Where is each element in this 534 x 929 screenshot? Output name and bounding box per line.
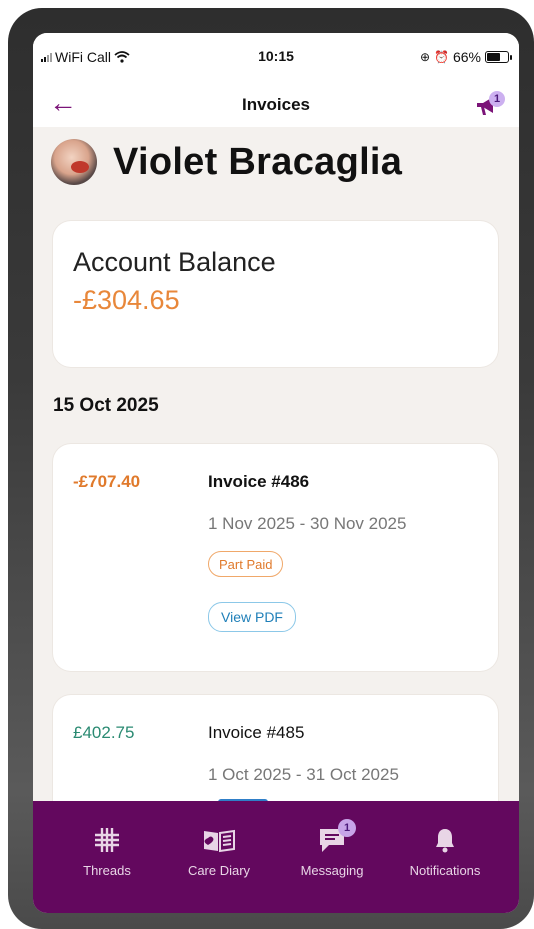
nav-bar: ← Invoices 1 bbox=[33, 83, 519, 127]
orientation-lock-icon: ⊕ bbox=[419, 50, 431, 64]
tab-label: Threads bbox=[83, 863, 131, 878]
invoice-amount: £402.75 bbox=[73, 723, 135, 742]
page-title: Invoices bbox=[241, 95, 311, 114]
child-name: Violet Bracaglia bbox=[113, 140, 403, 183]
tab-label: Care Diary bbox=[187, 863, 251, 878]
invoice-period: 1 Nov 2025 - 30 Nov 2025 bbox=[208, 514, 407, 533]
invoice-title: Invoice #486 bbox=[208, 472, 310, 491]
view-pdf-button[interactable]: View PDF bbox=[208, 602, 296, 632]
invoice-amount: -£707.40 bbox=[73, 472, 141, 491]
care-diary-icon bbox=[204, 829, 235, 853]
announcements-badge: 1 bbox=[489, 91, 505, 107]
avatar bbox=[51, 139, 97, 185]
tab-notifications[interactable]: Notifications bbox=[390, 825, 500, 878]
invoice-title: Invoice #485 bbox=[208, 723, 305, 742]
date-group-header: 15 Oct 2025 bbox=[53, 395, 159, 416]
tab-messaging[interactable]: 1 Messaging bbox=[277, 819, 387, 878]
alarm-icon: ⏰ bbox=[434, 50, 449, 64]
balance-value: -£304.65 bbox=[73, 285, 180, 315]
announcements-button[interactable]: 1 bbox=[475, 91, 505, 119]
phone-screen: WiFi Call 10:15 ⊕ ⏰ 66% ← Invoices 1 Vio… bbox=[33, 33, 519, 913]
status-right: ⊕ ⏰ 66% bbox=[419, 49, 512, 65]
status-badge: Part Paid bbox=[208, 551, 284, 577]
battery-icon bbox=[485, 51, 512, 63]
battery-percent: 66% bbox=[452, 49, 481, 65]
messaging-badge: 1 bbox=[338, 819, 356, 837]
bell-icon bbox=[436, 829, 454, 853]
balance-label: Account Balance bbox=[73, 247, 276, 277]
child-header: Violet Bracaglia bbox=[51, 139, 402, 185]
tab-threads[interactable]: Threads bbox=[52, 825, 162, 878]
invoice-card[interactable]: -£707.40 Invoice #486 1 Nov 2025 - 30 No… bbox=[53, 444, 498, 671]
account-balance-card: Account Balance -£304.65 bbox=[53, 221, 498, 367]
invoice-period: 1 Oct 2025 - 31 Oct 2025 bbox=[208, 765, 399, 784]
status-bar: WiFi Call 10:15 ⊕ ⏰ 66% bbox=[33, 33, 519, 83]
threads-grid-icon bbox=[95, 828, 119, 852]
tab-label: Notifications bbox=[409, 863, 481, 878]
tab-care-diary[interactable]: Care Diary bbox=[164, 825, 274, 878]
bottom-tab-bar: Threads Care Diary 1 Messaging Notificat… bbox=[33, 801, 519, 913]
tab-label: Messaging bbox=[300, 863, 364, 878]
